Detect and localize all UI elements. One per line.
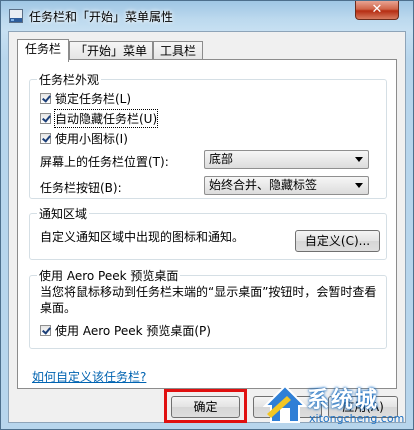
taskbar-location-value: 底部: [209, 152, 234, 166]
tab-toolbars[interactable]: 工具栏: [153, 41, 203, 61]
dialog-client-area: 任务栏 「开始」菜单 工具栏 任务栏外观 锁定任务栏(L) 自动隐藏任务栏(U)…: [8, 31, 406, 423]
watermark-text: 系统城: [307, 388, 380, 413]
taskbar-location-select[interactable]: 底部: [204, 150, 369, 169]
group-label-notification: 通知区域: [37, 205, 90, 222]
taskbar-location-label: 屏幕上的任务栏位置(T):: [40, 155, 169, 169]
watermark: 系统城 xitongcheng.com: [263, 382, 413, 430]
close-button[interactable]: ✕: [355, 1, 399, 20]
lock-taskbar-label: 锁定任务栏(L): [55, 91, 132, 106]
tab-taskbar[interactable]: 任务栏: [17, 39, 69, 62]
help-link[interactable]: 如何自定义该任务栏?: [32, 368, 146, 385]
chevron-down-icon: [355, 157, 363, 162]
autohide-taskbar-label: 自动隐藏任务栏(U): [53, 108, 159, 128]
aero-peek-label: 使用 Aero Peek 预览桌面(P): [55, 323, 211, 338]
small-icons-row[interactable]: 使用小图标(I): [40, 130, 128, 146]
tab-start-menu[interactable]: 「开始」菜单: [69, 41, 153, 61]
title-bar[interactable]: 任务栏和「开始」菜单属性 ✕: [1, 1, 413, 31]
autohide-taskbar-row[interactable]: 自动隐藏任务栏(U): [40, 108, 159, 128]
ok-highlight-box: [164, 389, 247, 423]
chevron-down-icon: [355, 183, 363, 188]
aero-peek-checkbox[interactable]: [40, 324, 51, 336]
customize-button[interactable]: 自定义(C)...: [295, 230, 380, 252]
small-icons-checkbox[interactable]: [40, 132, 51, 144]
group-label-aero-peek: 使用 Aero Peek 预览桌面: [37, 267, 181, 284]
aero-peek-row[interactable]: 使用 Aero Peek 预览桌面(P): [40, 322, 211, 338]
taskbar-buttons-select[interactable]: 始终合并、隐藏标签: [204, 176, 369, 195]
aero-peek-description: 当您将鼠标移动到任务栏末端的“显示桌面”按钮时，会暂时查看桌面。: [40, 285, 377, 315]
group-label-appearance: 任务栏外观: [37, 71, 102, 88]
lock-taskbar-row[interactable]: 锁定任务栏(L): [40, 90, 131, 106]
watermark-url: xitongcheng.com: [309, 412, 405, 425]
small-icons-label: 使用小图标(I): [55, 131, 128, 146]
lock-taskbar-checkbox[interactable]: [40, 92, 51, 104]
properties-window: 任务栏和「开始」菜单属性 ✕ 任务栏 「开始」菜单 工具栏 任务栏外观 锁定任务…: [0, 0, 414, 430]
notification-description: 自定义通知区域中出现的图标和通知。: [40, 230, 245, 244]
taskbar-app-icon: [9, 9, 23, 23]
taskbar-buttons-label: 任务栏按钮(B):: [40, 181, 122, 195]
taskbar-buttons-value: 始终合并、隐藏标签: [209, 178, 318, 192]
house-logo-icon: [263, 384, 307, 423]
window-title: 任务栏和「开始」菜单属性: [29, 10, 174, 24]
tab-panel-taskbar: 任务栏外观 锁定任务栏(L) 自动隐藏任务栏(U) 使用小图标(I) 屏幕上的任…: [17, 59, 397, 389]
autohide-taskbar-checkbox[interactable]: [40, 112, 51, 124]
